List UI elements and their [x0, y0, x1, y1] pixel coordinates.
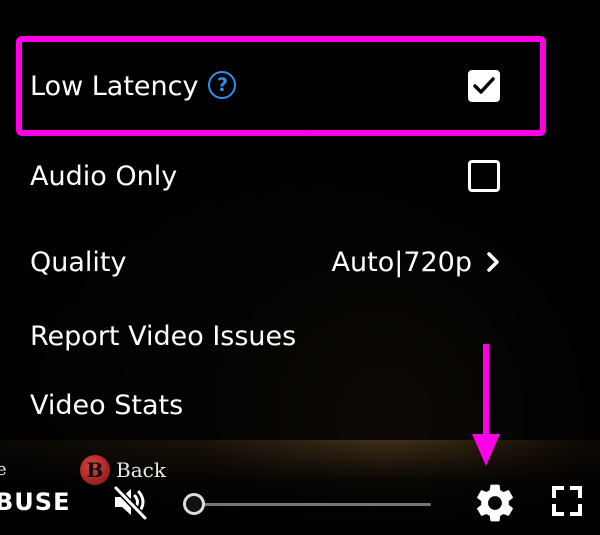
volume-thumb[interactable]: [183, 493, 205, 515]
game-back-hint: B Back: [80, 455, 166, 485]
quality-value-group: Auto|720p: [332, 247, 500, 278]
fullscreen-icon[interactable]: [550, 484, 584, 518]
chevron-right-icon: [487, 252, 499, 272]
help-icon[interactable]: ?: [208, 70, 237, 99]
quality-value: Auto|720p: [331, 246, 472, 278]
low-latency-label: Low Latency?: [30, 70, 468, 102]
game-back-label: Back: [116, 458, 166, 482]
game-overlay-text: e: [0, 459, 7, 480]
settings-menu: Low Latency? Audio Only Quality Auto|720…: [0, 0, 600, 440]
low-latency-option[interactable]: Low Latency?: [30, 62, 500, 110]
video-player: Low Latency? Audio Only Quality Auto|720…: [0, 0, 600, 535]
audio-only-checkbox[interactable]: [468, 160, 500, 192]
audio-only-option[interactable]: Audio Only: [30, 152, 500, 200]
volume-muted-icon[interactable]: [110, 482, 150, 522]
audio-only-label: Audio Only: [30, 160, 178, 192]
volume-slider[interactable]: [183, 492, 433, 516]
video-stats-option[interactable]: Video Stats: [30, 381, 500, 429]
b-button-icon: B: [80, 455, 110, 485]
quality-option[interactable]: Quality Auto|720p: [30, 238, 500, 286]
report-video-issues-label: Report Video Issues: [30, 320, 297, 352]
quality-label: Quality: [30, 246, 127, 278]
low-latency-checkbox[interactable]: [468, 70, 500, 102]
check-icon: [473, 77, 495, 94]
report-video-issues-option[interactable]: Report Video Issues: [30, 312, 500, 360]
video-stats-label: Video Stats: [30, 389, 184, 421]
gear-icon[interactable]: [472, 480, 518, 526]
report-abuse-label[interactable]: BUSE: [0, 488, 70, 516]
volume-track: [193, 503, 431, 506]
